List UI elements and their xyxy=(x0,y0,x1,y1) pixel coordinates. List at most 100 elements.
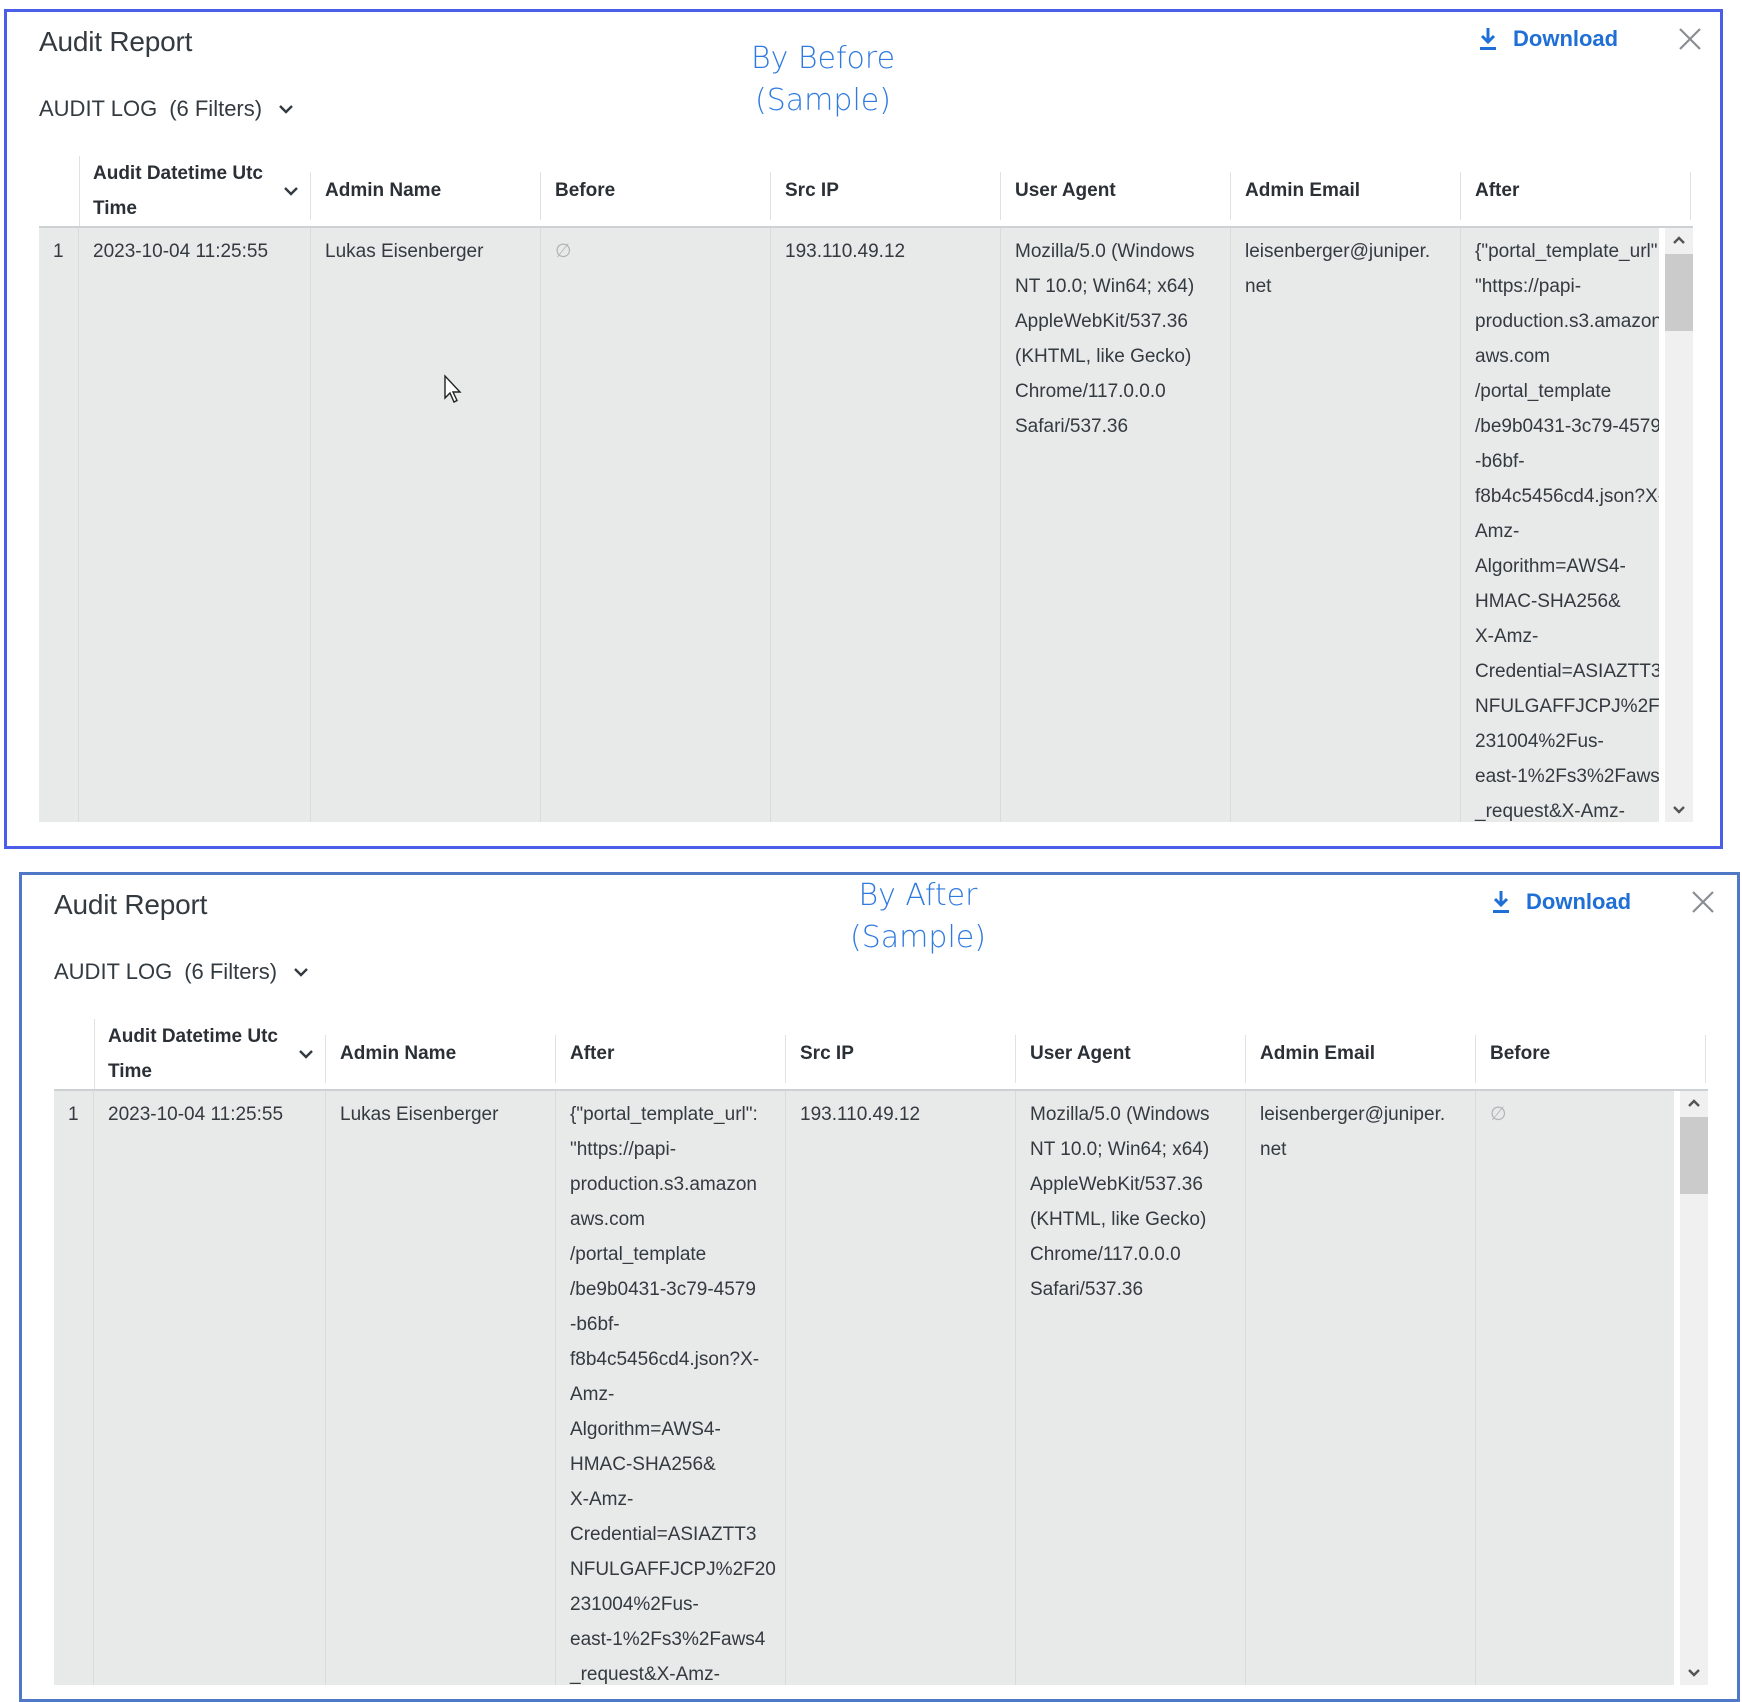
panel-title: Audit Report xyxy=(54,889,208,920)
cell-text-line: -b6bf- xyxy=(1475,451,1525,472)
cell-text-line: NFULGAFFJCPJ%2F20 xyxy=(1475,696,1659,717)
cell-admin-email: leisenberger@juniper. net xyxy=(1246,1091,1476,1685)
audit-log-filter-toggle[interactable]: AUDIT LOG (6 Filters) xyxy=(39,96,294,122)
column-header-label: User Agent xyxy=(1030,1043,1131,1064)
vertical-scrollbar[interactable] xyxy=(1680,1091,1708,1685)
audit-log-filter-toggle[interactable]: AUDIT LOG (6 Filters) xyxy=(54,959,309,985)
cell-text-line: "https://papi- xyxy=(570,1139,677,1160)
column-header-audit-datetime[interactable]: Audit Datetime Utc Time xyxy=(94,1019,326,1089)
column-header-admin-name[interactable]: Admin Name xyxy=(326,1019,556,1089)
filters-count: (6 Filters) xyxy=(169,96,263,121)
cell-admin-email: leisenberger@juniper. net xyxy=(1231,228,1461,822)
chevron-down-icon xyxy=(294,968,308,977)
scrollbar-thumb[interactable] xyxy=(1680,1117,1708,1194)
cell-text-line: leisenberger@juniper. xyxy=(1245,241,1431,262)
audit-report-panel-before: Audit Report By Before (Sample) Download… xyxy=(4,9,1723,849)
mouse-pointer-icon xyxy=(444,374,462,403)
chevron-down-icon xyxy=(1673,806,1685,814)
cell-text-line: Safari/537.36 xyxy=(1015,416,1129,437)
sort-chevron-down-icon[interactable] xyxy=(283,185,299,197)
column-header-label: Before xyxy=(1490,1043,1551,1064)
cell-admin-name: Lukas Eisenberger xyxy=(326,1091,556,1685)
cell-text-line: /be9b0431-3c79-4579 xyxy=(570,1279,756,1300)
cell-text-line: HMAC-SHA256& xyxy=(1475,591,1621,612)
cell-text-line: (KHTML, like Gecko) xyxy=(1030,1209,1207,1230)
cell-text-line: (KHTML, like Gecko) xyxy=(1015,346,1192,367)
download-button[interactable]: Download xyxy=(1490,889,1631,915)
cell-text-line: NFULGAFFJCPJ%2F20 xyxy=(570,1559,776,1580)
table-row[interactable]: 1 2023-10-04 11:25:55 Lukas Eisenberger … xyxy=(39,228,1659,822)
cell-text-line: NT 10.0; Win64; x64) xyxy=(1030,1139,1210,1160)
annotation-label: By After (Sample) xyxy=(818,875,1018,959)
column-header-label-line2: Time xyxy=(93,198,138,219)
cell-src-ip: 193.110.49.12 xyxy=(786,1091,1016,1685)
annotation-line-2: (Sample) xyxy=(755,83,891,118)
cell-text-line: AppleWebKit/537.36 xyxy=(1030,1174,1203,1195)
column-header-label: Admin Email xyxy=(1260,1043,1376,1064)
scrollbar-thumb[interactable] xyxy=(1665,254,1693,331)
column-header-label: Admin Email xyxy=(1245,180,1361,201)
cell-text-line: X-Amz- xyxy=(570,1489,634,1510)
chevron-down-icon xyxy=(1688,1669,1700,1677)
column-header-after[interactable]: After xyxy=(1461,156,1691,226)
column-header-src-ip[interactable]: Src IP xyxy=(786,1019,1016,1089)
vertical-scrollbar[interactable] xyxy=(1665,228,1693,822)
cell-text-line: _request&X-Amz- xyxy=(570,1664,720,1685)
sort-chevron-down-icon[interactable] xyxy=(298,1048,314,1060)
cell-user-agent: Mozilla/5.0 (Windows NT 10.0; Win64; x64)… xyxy=(1016,1091,1246,1685)
audit-log-table: Audit Datetime Utc Time Admin Name Befor… xyxy=(39,156,1693,822)
column-header-before[interactable]: Before xyxy=(541,156,771,226)
scroll-up-button[interactable] xyxy=(1680,1091,1708,1115)
column-header-user-agent[interactable]: User Agent xyxy=(1016,1019,1246,1089)
annotation-line-1: By Before xyxy=(750,41,896,76)
column-header-admin-email[interactable]: Admin Email xyxy=(1246,1019,1476,1089)
cell-admin-name: Lukas Eisenberger xyxy=(311,228,541,822)
scroll-down-button[interactable] xyxy=(1680,1661,1708,1685)
cell-text-line: Chrome/117.0.0.0 xyxy=(1015,381,1166,402)
cell-text-line: X-Amz- xyxy=(1475,626,1539,647)
cell-text-line: Safari/537.36 xyxy=(1030,1279,1144,1300)
table-header: Audit Datetime Utc Time Admin Name Befor… xyxy=(39,156,1693,228)
column-header-label: Src IP xyxy=(785,180,839,201)
cell-text-line: production.s3.amazon xyxy=(570,1174,757,1195)
cell-after: {"portal_template_url": "https://papi-pro… xyxy=(556,1091,786,1685)
cell-text-line: 231004%2Fus- xyxy=(570,1594,699,1615)
close-icon xyxy=(1692,891,1714,913)
download-button[interactable]: Download xyxy=(1477,26,1618,52)
cell-text-line: Algorithm=AWS4- xyxy=(570,1419,721,1440)
table-row[interactable]: 1 2023-10-04 11:25:55 Lukas Eisenberger … xyxy=(54,1091,1674,1685)
table-header: Audit Datetime Utc Time Admin Name After… xyxy=(54,1019,1708,1091)
column-header-admin-email[interactable]: Admin Email xyxy=(1231,156,1461,226)
column-header-admin-name[interactable]: Admin Name xyxy=(311,156,541,226)
cell-datetime: 2023-10-04 11:25:55 xyxy=(79,228,311,822)
audit-log-label: AUDIT LOG xyxy=(54,959,173,984)
cell-text-line: -b6bf- xyxy=(570,1314,620,1335)
close-icon xyxy=(1679,28,1701,50)
column-header-label-line2: Time xyxy=(108,1061,153,1082)
cell-text-line: Amz- xyxy=(570,1384,615,1405)
close-button[interactable] xyxy=(1690,889,1720,919)
scroll-up-button[interactable] xyxy=(1665,228,1693,252)
cell-text-line: leisenberger@juniper. xyxy=(1260,1104,1446,1125)
column-header-user-agent[interactable]: User Agent xyxy=(1001,156,1231,226)
column-header-label: Audit Datetime Utc xyxy=(108,1026,278,1047)
download-icon xyxy=(1493,891,1509,913)
cell-text-line: Credential=ASIAZTT3 xyxy=(570,1524,757,1545)
column-header-after[interactable]: After xyxy=(556,1019,786,1089)
cell-text-line: {"portal_template_url": xyxy=(1475,241,1659,262)
column-header-src-ip[interactable]: Src IP xyxy=(771,156,1001,226)
column-header-before[interactable]: Before xyxy=(1476,1019,1706,1089)
scroll-down-button[interactable] xyxy=(1665,798,1693,822)
chevron-down-icon xyxy=(279,105,293,114)
cell-datetime: 2023-10-04 11:25:55 xyxy=(94,1091,326,1685)
audit-log-label: AUDIT LOG xyxy=(39,96,158,121)
column-header-label: User Agent xyxy=(1015,180,1116,201)
column-header-audit-datetime[interactable]: Audit Datetime Utc Time xyxy=(79,156,311,226)
column-header-label: Src IP xyxy=(800,1043,854,1064)
audit-log-table: Audit Datetime Utc Time Admin Name After… xyxy=(54,1019,1708,1685)
row-number: 1 xyxy=(39,228,79,822)
cell-before-null: ∅ xyxy=(1490,1104,1507,1125)
column-header-label: Audit Datetime Utc xyxy=(93,163,263,184)
cell-text-line: Mozilla/5.0 (Windows xyxy=(1030,1104,1210,1125)
close-button[interactable] xyxy=(1677,26,1707,56)
